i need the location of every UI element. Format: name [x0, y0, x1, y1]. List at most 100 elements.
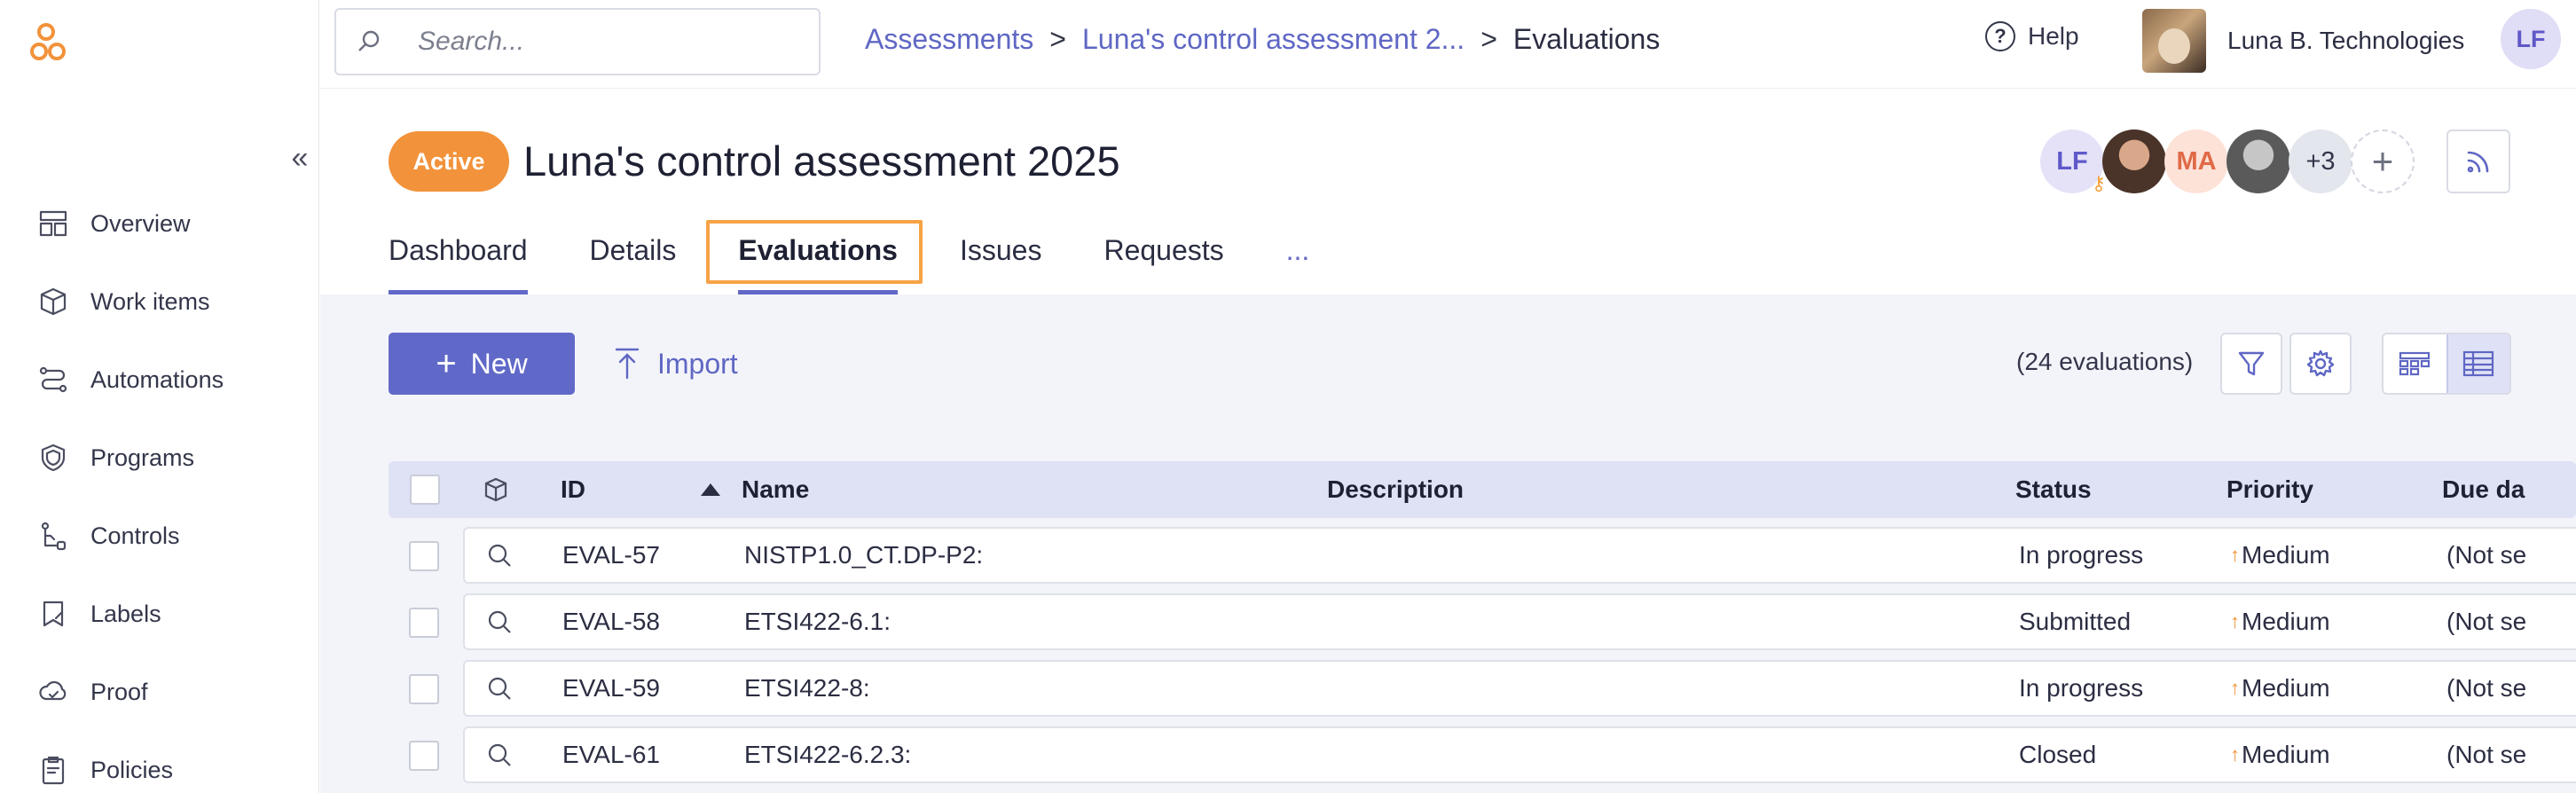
view-toggle [2382, 333, 2511, 395]
member-avatar-photo[interactable] [2227, 130, 2290, 193]
controls-icon [35, 518, 71, 554]
member-avatar-photo[interactable] [2102, 130, 2166, 193]
table-row[interactable]: EVAL-57 NISTP1.0_CT.DP-P2: In progress ↑… [463, 527, 2576, 584]
column-header-status[interactable]: Status [2015, 461, 2092, 518]
more-members-badge[interactable]: +3 [2289, 130, 2352, 193]
breadcrumb-assessment[interactable]: Luna's control assessment 2... [1082, 23, 1465, 56]
label-icon [35, 596, 71, 632]
sidebar-item-work-items[interactable]: Work items [35, 275, 210, 328]
cell-priority: ↑ Medium [2230, 529, 2330, 582]
cell-id: EVAL-59 [562, 674, 660, 702]
add-member-button[interactable]: + [2351, 130, 2415, 193]
member-initials: LF [2056, 146, 2088, 176]
sidebar-item-label: Automations [90, 365, 224, 393]
priority-label: Medium [2242, 741, 2330, 768]
new-label: New [470, 347, 528, 380]
breadcrumb-assessments[interactable]: Assessments [865, 23, 1033, 56]
row-checkbox[interactable] [409, 608, 439, 638]
cell-name: NISTP1.0_CT.DP-P2: [744, 541, 984, 569]
column-header-description[interactable]: Description [1327, 461, 1464, 518]
arrow-up-icon: ↑ [2230, 544, 2240, 566]
tab-highlight [706, 220, 923, 284]
breadcrumb-separator: > [1049, 23, 1066, 55]
sidebar-item-programs[interactable]: Programs [35, 431, 194, 484]
search-icon[interactable] [486, 529, 513, 582]
column-header-priority[interactable]: Priority [2227, 461, 2313, 518]
search-icon[interactable] [486, 662, 513, 715]
automations-icon [35, 362, 71, 397]
cell-id: EVAL-57 [562, 541, 660, 569]
cell-status: In progress [2019, 674, 2144, 702]
priority-label: Medium [2242, 608, 2330, 635]
board-view-button[interactable] [2384, 334, 2446, 393]
sidebar-item-labels[interactable]: Labels [35, 587, 161, 640]
search-input[interactable] [418, 27, 755, 57]
priority-label: Medium [2242, 674, 2330, 702]
cell-due-date: (Not se [2446, 741, 2527, 768]
arrow-up-icon: ↑ [2230, 677, 2240, 699]
cell-id: EVAL-58 [562, 608, 660, 635]
shield-icon [35, 440, 71, 475]
search-icon[interactable] [486, 595, 513, 648]
search-icon [358, 30, 380, 51]
new-button[interactable]: + New [389, 333, 575, 395]
priority-label: Medium [2242, 541, 2330, 569]
tab-dashboard[interactable]: Dashboard [389, 220, 528, 294]
page-title: Luna's control assessment 2025 [523, 137, 1120, 185]
import-icon [615, 348, 640, 380]
sidebar-item-label: Work items [90, 287, 210, 315]
user-avatar[interactable]: LF [2501, 9, 2561, 69]
table-row[interactable]: EVAL-58 ETSI422-6.1: Submitted ↑ Medium (… [463, 593, 2576, 650]
settings-button[interactable] [2289, 333, 2352, 395]
select-all-checkbox[interactable] [410, 475, 440, 505]
org-switcher[interactable]: Luna B. Technologies [2142, 9, 2464, 73]
search-icon[interactable] [486, 728, 513, 781]
tab-requests[interactable]: Requests [1103, 220, 1223, 294]
key-icon: ⚷ [2091, 172, 2106, 194]
collapse-sidebar-button[interactable]: « [282, 140, 318, 176]
sidebar-item-controls[interactable]: Controls [35, 509, 180, 562]
table-row[interactable]: EVAL-59 ETSI422-8: In progress ↑ Medium (… [463, 660, 2576, 717]
app-logo[interactable] [27, 18, 80, 71]
column-header-due-date[interactable]: Due da [2442, 461, 2525, 518]
tab-details[interactable]: Details [590, 220, 677, 294]
table-view-icon [2463, 350, 2494, 377]
tab-evaluations[interactable]: Evaluations [706, 220, 923, 294]
sidebar-item-automations[interactable]: Automations [35, 353, 224, 406]
row-checkbox[interactable] [409, 674, 439, 704]
search-box[interactable] [334, 8, 821, 75]
sidebar-item-label: Policies [90, 756, 174, 783]
row-checkbox[interactable] [409, 741, 439, 771]
cell-due-date: (Not se [2446, 541, 2527, 569]
table-view-button[interactable] [2446, 334, 2509, 393]
sort-asc-icon[interactable] [701, 461, 720, 518]
sidebar-item-overview[interactable]: Overview [35, 197, 191, 250]
box-icon [35, 284, 71, 319]
breadcrumb-current: Evaluations [1512, 23, 1661, 55]
table-row[interactable]: EVAL-61 ETSI422-6.2.3: Closed ↑ Medium (N… [463, 726, 2576, 783]
overview-icon [35, 206, 71, 241]
member-avatar[interactable]: LF ⚷ [2040, 130, 2106, 194]
help-button[interactable]: ? Help [1985, 21, 2079, 51]
rss-icon [2467, 151, 2489, 173]
breadcrumb: Assessments > Luna's control assessment … [865, 23, 1660, 56]
tab-bar: Dashboard Details Evaluations Issues Req… [389, 220, 1371, 294]
cell-id: EVAL-61 [562, 741, 660, 768]
tab-more[interactable]: ... [1286, 220, 1310, 294]
column-header-name[interactable]: Name [742, 461, 809, 518]
member-avatars: LF ⚷ MA +3 + [2040, 130, 2415, 194]
column-header-id[interactable]: ID [561, 461, 585, 518]
sidebar-item-policies[interactable]: Policies [35, 743, 173, 793]
cell-priority: ↑ Medium [2230, 662, 2330, 715]
help-label: Help [2028, 22, 2079, 50]
import-button[interactable]: Import [613, 333, 738, 395]
sidebar: « Overview Work items Automations Progra… [0, 0, 319, 793]
top-bar: Assessments > Luna's control assessment … [320, 0, 2576, 89]
cell-name: ETSI422-6.1: [744, 608, 891, 635]
feed-button[interactable] [2446, 130, 2510, 193]
filter-button[interactable] [2220, 333, 2282, 395]
member-avatar[interactable]: MA [2164, 130, 2228, 193]
tab-issues[interactable]: Issues [960, 220, 1041, 294]
row-checkbox[interactable] [409, 541, 439, 571]
sidebar-item-proof[interactable]: Proof [35, 665, 148, 718]
